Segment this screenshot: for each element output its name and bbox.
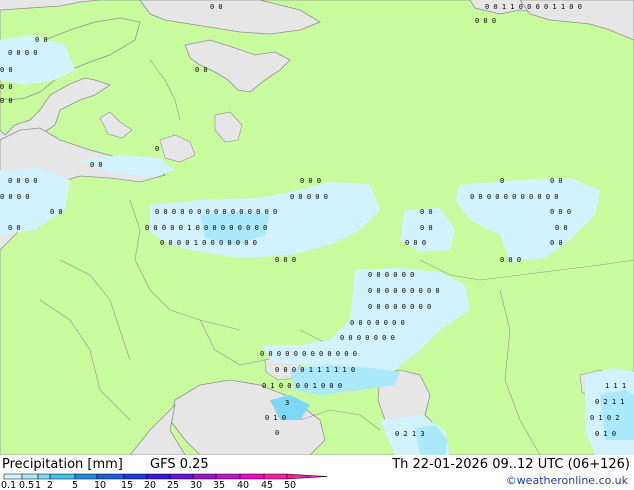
scale-label: 20	[144, 480, 156, 489]
svg-text:0: 0	[275, 429, 279, 437]
svg-text:0 0: 0 0	[550, 177, 563, 185]
svg-text:0 0 0: 0 0 0	[275, 256, 296, 264]
scale-arrow	[286, 473, 328, 480]
svg-text:0 0: 0 0	[550, 239, 563, 247]
svg-text:0 0 0 0 0 1 0 0 0 0 0 0 0 0 0: 0 0 0 0 0 1 0 0 0 0 0 0 0 0 0	[145, 224, 267, 232]
svg-text:0 0 0 0 0 0 0 0 0: 0 0 0 0 0 0 0 0 0	[368, 287, 440, 295]
scale-box	[96, 473, 125, 480]
svg-text:0 0 0: 0 0 0	[405, 239, 426, 247]
svg-text:0 0 0: 0 0 0	[500, 256, 521, 264]
scale-box	[49, 473, 76, 480]
svg-text:0 0: 0 0	[420, 224, 433, 232]
svg-text:0 0: 0 0	[195, 66, 208, 74]
color-scale: 0.1 0.5 1 2 5 10 15 20 25 30 35 40 45 50	[1, 473, 328, 489]
svg-text:0 0: 0 0	[90, 161, 103, 169]
svg-text:0 0 0 0 0 0 0 0 0 0 0 0: 0 0 0 0 0 0 0 0 0 0 0 0	[260, 350, 357, 358]
svg-text:0 0 0 0 0 0 0 0: 0 0 0 0 0 0 0 0	[368, 303, 431, 311]
svg-text:0 0: 0 0	[0, 83, 13, 91]
svg-text:0 0 0 0 0: 0 0 0 0 0	[290, 193, 328, 201]
scale-box	[239, 473, 265, 480]
scale-box	[192, 473, 217, 480]
svg-text:0 0 0 0 0 0 0: 0 0 0 0 0 0 0	[350, 319, 405, 327]
scale-box	[263, 473, 288, 480]
svg-text:0 0: 0 0	[35, 36, 48, 44]
credit-link[interactable]: ©weatheronline.co.uk	[506, 474, 628, 487]
scale-box	[169, 473, 194, 480]
model-name: GFS 0.25	[150, 457, 209, 472]
svg-text:0 0 0 0: 0 0 0 0	[0, 193, 30, 201]
scale-label: 50	[284, 480, 296, 489]
svg-text:0 0: 0 0	[0, 97, 13, 105]
legend-title: Precipitation [mm]	[2, 457, 123, 472]
scale-label: 35	[213, 480, 225, 489]
scale-label: 1	[35, 480, 41, 489]
scale-label: 25	[167, 480, 179, 489]
scale-label: 10	[94, 480, 106, 489]
svg-text:0: 0	[500, 177, 504, 185]
svg-text:0 0 0 0 0 0: 0 0 0 0 0 0	[368, 271, 414, 279]
svg-text:0 0 0 0 0 0 0 0 0 0 0: 0 0 0 0 0 0 0 0 0 0 0	[470, 193, 559, 201]
svg-text:0 2 1 1: 0 2 1 1	[595, 398, 625, 406]
svg-text:0 0 0 0 1 1 1 1 1 0: 0 0 0 0 1 1 1 1 1 0	[275, 366, 355, 374]
scale-box	[21, 473, 39, 480]
svg-text:0 0: 0 0	[0, 66, 13, 74]
svg-text:0 0 0: 0 0 0	[550, 208, 571, 216]
svg-text:0 0 0: 0 0 0	[475, 17, 496, 25]
svg-text:0 0: 0 0	[555, 224, 568, 232]
scale-box	[146, 473, 171, 480]
scale-box	[37, 473, 51, 480]
scale-box	[215, 473, 241, 480]
scale-label: 5	[72, 480, 78, 489]
scale-box	[123, 473, 148, 480]
svg-text:0 0 0: 0 0 0	[300, 177, 321, 185]
scale-label: 30	[190, 480, 202, 489]
map-canvas: 0 0 0 0 0 0 0 1 1 0 0 0 0 1 1 0 0 0 0 0 …	[0, 0, 634, 455]
svg-text:0 0: 0 0	[8, 224, 21, 232]
svg-text:3: 3	[285, 399, 289, 407]
svg-text:0 1 0 2: 0 1 0 2	[590, 414, 620, 422]
precipitation-map[interactable]: 0 0 0 0 0 0 0 1 1 0 0 0 0 1 1 0 0 0 0 0 …	[0, 0, 634, 455]
scale-label: 40	[237, 480, 249, 489]
scale-box	[3, 473, 23, 480]
svg-text:0 0 0 0: 0 0 0 0	[8, 177, 38, 185]
svg-text:0 0: 0 0	[210, 3, 223, 11]
scale-label: 0.5	[19, 480, 34, 489]
scale-label: 2	[47, 480, 53, 489]
svg-text:0 0 0 0 0 0 0: 0 0 0 0 0 0 0	[340, 334, 395, 342]
scale-label: 0.1	[1, 480, 16, 489]
svg-text:0 0: 0 0	[420, 208, 433, 216]
svg-text:0 1 0: 0 1 0	[265, 414, 286, 422]
svg-text:0: 0	[155, 145, 159, 153]
svg-text:0 0 0 0: 0 0 0 0	[8, 49, 38, 57]
scale-box	[74, 473, 98, 480]
svg-text:0 0 1 1 0 0 0 0 1 1 0 0: 0 0 1 1 0 0 0 0 1 1 0 0	[485, 3, 582, 11]
svg-text:0 0 0 0 0 0 0 0 0 0 0 0 0 0 0: 0 0 0 0 0 0 0 0 0 0 0 0 0 0 0	[155, 208, 277, 216]
scale-label: 45	[261, 480, 273, 489]
svg-text:1 1 1: 1 1 1	[605, 382, 626, 390]
legend-footer: Precipitation [mm] GFS 0.25 Th 22-01-202…	[0, 455, 634, 490]
svg-text:0 1 0: 0 1 0	[595, 430, 616, 438]
valid-time: Th 22-01-2026 09..12 UTC (06+126)	[392, 457, 630, 472]
svg-text:0 0 0 0 1 0 0 0 0 0 0 0: 0 0 0 0 1 0 0 0 0 0 0 0	[160, 239, 257, 247]
svg-text:0 0: 0 0	[50, 208, 63, 216]
scale-label: 15	[121, 480, 133, 489]
svg-text:0 1 0 0 0 0 1 0 0 0: 0 1 0 0 0 0 1 0 0 0	[262, 382, 342, 390]
svg-text:0 2 1 3: 0 2 1 3	[395, 430, 425, 438]
